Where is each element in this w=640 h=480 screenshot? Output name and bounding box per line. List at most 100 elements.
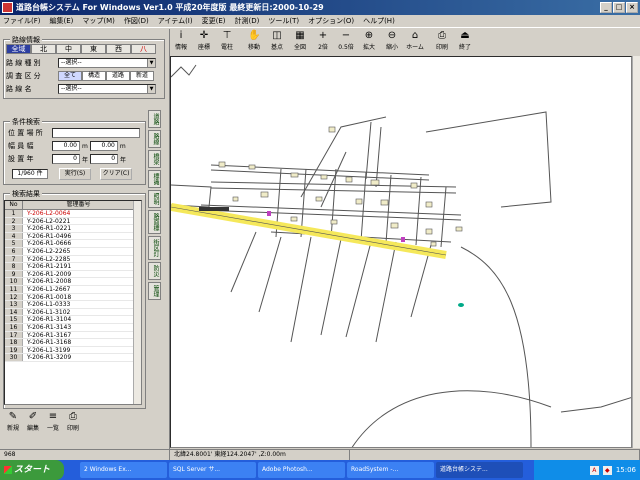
map-canvas[interactable] (170, 56, 632, 448)
table-row[interactable]: 18 Y-206-R1-3168 (5, 339, 141, 347)
info-button[interactable]: i 情報 (170, 30, 192, 55)
table-row[interactable]: 13 Y-206-L1-0333 (5, 301, 141, 309)
col-no[interactable]: No (5, 201, 23, 209)
menu-measure[interactable]: 計測(D) (234, 16, 259, 26)
task-roadsystem[interactable]: RoadSystem -... (347, 462, 434, 478)
side-tab[interactable]: 道路 (148, 110, 161, 128)
tab-hachi[interactable]: 八 (131, 44, 156, 54)
menu-item[interactable]: アイテム(I) (158, 16, 193, 26)
col-id[interactable]: 管理番号 (23, 201, 135, 209)
reference-button[interactable]: ◫ 基点 (266, 30, 288, 55)
menu-map[interactable]: マップ(M) (82, 16, 115, 26)
table-row[interactable]: 11 Y-206-L1-2667 (5, 285, 141, 294)
clear-button[interactable]: クリア(C) (100, 168, 132, 180)
year-from[interactable]: 0 (52, 154, 80, 164)
map-scrollbar[interactable] (632, 56, 640, 448)
table-row[interactable]: 14 Y-206-L1-3102 (5, 308, 141, 317)
table-row[interactable]: 8 Y-206-R1-2191 (5, 263, 141, 271)
zoom-half-button[interactable]: −0.5倍 (335, 30, 357, 55)
table-row[interactable]: 3 Y-206-R1-0221 (5, 225, 141, 233)
tab-west[interactable]: 西 (106, 44, 131, 54)
table-row[interactable]: 4 Y-206-R1-0496 (5, 232, 141, 241)
side-tab[interactable]: 路線 (148, 130, 161, 148)
year-to[interactable]: 0 (90, 154, 119, 164)
results-table[interactable]: No 管理番号 1 Y-206-L2-0064 2 Y-206-L2-0221 3 Y-2… (4, 200, 142, 405)
side-tab[interactable]: 橋梁 (148, 150, 161, 168)
network-icon[interactable]: ◆ (602, 465, 612, 475)
row-number: 10 (5, 278, 23, 285)
table-row[interactable]: 7 Y-206-L2-2285 (5, 255, 141, 264)
maximize-icon[interactable]: □ (613, 2, 625, 13)
route-name-select[interactable]: --選択-- ▼ (58, 83, 156, 94)
edit-button[interactable]: ✐ 編集 (24, 411, 42, 433)
chevron-down-icon[interactable]: ▼ (147, 58, 155, 67)
survey-structure[interactable]: 構造 (82, 70, 106, 81)
table-row[interactable]: 15 Y-206-R1-3104 (5, 316, 141, 324)
survey-road[interactable]: 道路 (106, 70, 130, 81)
table-row[interactable]: 6 Y-206-L2-2265 (5, 247, 141, 256)
menu-file[interactable]: ファイル(F) (3, 16, 41, 26)
task-explorer[interactable]: 2 Windows Ex... (80, 462, 167, 478)
close-icon[interactable]: × (626, 2, 638, 13)
ime-icon[interactable]: A (589, 465, 599, 475)
task-photoshop[interactable]: Adobe Photosh... (258, 462, 345, 478)
side-tab[interactable]: 防災 (148, 262, 161, 280)
tab-central[interactable]: 中 (56, 44, 81, 54)
side-tab[interactable]: 標識 (148, 170, 161, 188)
minimize-icon[interactable]: _ (600, 2, 612, 13)
list-button[interactable]: ≡ 一覧 (44, 411, 62, 433)
location-input[interactable] (52, 128, 140, 138)
side-tab[interactable]: 街区灯 (148, 236, 161, 260)
side-tab[interactable]: 照明 (148, 190, 161, 208)
route-type-select[interactable]: --選択-- ▼ (58, 57, 156, 68)
task-road-ledger[interactable]: 道路台帳システ... (436, 462, 523, 478)
full-map-button[interactable]: ▦ 全図 (289, 30, 311, 55)
electric-pole-button[interactable]: ⊤ 電柱 (216, 30, 238, 55)
table-row[interactable]: 9 Y-206-R1-2009 (5, 270, 141, 279)
side-tab[interactable]: 路面標 (148, 210, 161, 234)
table-row[interactable]: 19 Y-206-L1-3199 (5, 346, 141, 355)
exit-button[interactable]: ⏏ 終了 (454, 30, 476, 55)
row-id: Y-206-R1-3209 (27, 354, 72, 362)
tab-north[interactable]: 北 (31, 44, 56, 54)
road-width-to[interactable]: 0.00 (89, 141, 118, 151)
survey-new-road[interactable]: 新道 (130, 70, 154, 81)
row-number: 8 (5, 263, 23, 270)
move-button[interactable]: ✋ 移動 (243, 30, 265, 55)
task-sql-server[interactable]: SQL Server サ... (169, 462, 256, 478)
coordinates-button[interactable]: ✛ 座標 (193, 30, 215, 55)
print-button[interactable]: ⎙ 印刷 (431, 30, 453, 55)
table-row[interactable]: 16 Y-206-R1-3143 (5, 323, 141, 332)
table-row[interactable]: 17 Y-206-R1-3167 (5, 331, 141, 340)
tab-east[interactable]: 東 (81, 44, 106, 54)
zoom-in-button[interactable]: ⊕ 拡大 (358, 30, 380, 55)
start-button[interactable]: スタート (0, 460, 64, 480)
results-scrollbar[interactable] (133, 201, 141, 404)
run-button[interactable]: 実行(S) (59, 168, 91, 180)
survey-all[interactable]: 全て (58, 70, 82, 81)
menu-edit[interactable]: 編集(E) (50, 16, 74, 26)
menu-tools[interactable]: ツール(T) (268, 16, 299, 26)
menu-options[interactable]: オプション(O) (308, 16, 354, 26)
chevron-down-icon[interactable]: ▼ (147, 84, 155, 93)
route-name-label: 路 線 名 (6, 84, 32, 93)
zoom-2x-button[interactable]: +2倍 (312, 30, 334, 55)
menu-change[interactable]: 変更(E) (202, 16, 226, 26)
home-button[interactable]: ⌂ ホーム (404, 30, 426, 55)
table-row[interactable]: 5 Y-206-R1-0666 (5, 240, 141, 248)
menu-draw[interactable]: 作図(D) (124, 16, 149, 26)
table-row[interactable]: 2 Y-206-L2-0221 (5, 217, 141, 226)
side-tab[interactable]: 管理 (148, 282, 161, 300)
table-row[interactable]: 10 Y-206-R1-2008 (5, 278, 141, 286)
table-row[interactable]: 12 Y-206-R1-0018 (5, 293, 141, 302)
tab-all[interactable]: 全域 (6, 44, 31, 54)
road-width-from[interactable]: 0.00 (52, 141, 80, 151)
table-row[interactable]: 30 Y-206-R1-3209 (5, 354, 141, 362)
row-id: Y-206-R1-3143 (27, 323, 72, 331)
print-small-button[interactable]: ⎙ 印刷 (64, 411, 82, 433)
table-row[interactable]: 1 Y-206-L2-0064 (5, 210, 141, 218)
menu-help[interactable]: ヘルプ(H) (363, 16, 395, 26)
row-number: 13 (5, 301, 23, 308)
zoom-out-button[interactable]: ⊖ 縮小 (381, 30, 403, 55)
new-button[interactable]: ✎ 新規 (4, 411, 22, 433)
